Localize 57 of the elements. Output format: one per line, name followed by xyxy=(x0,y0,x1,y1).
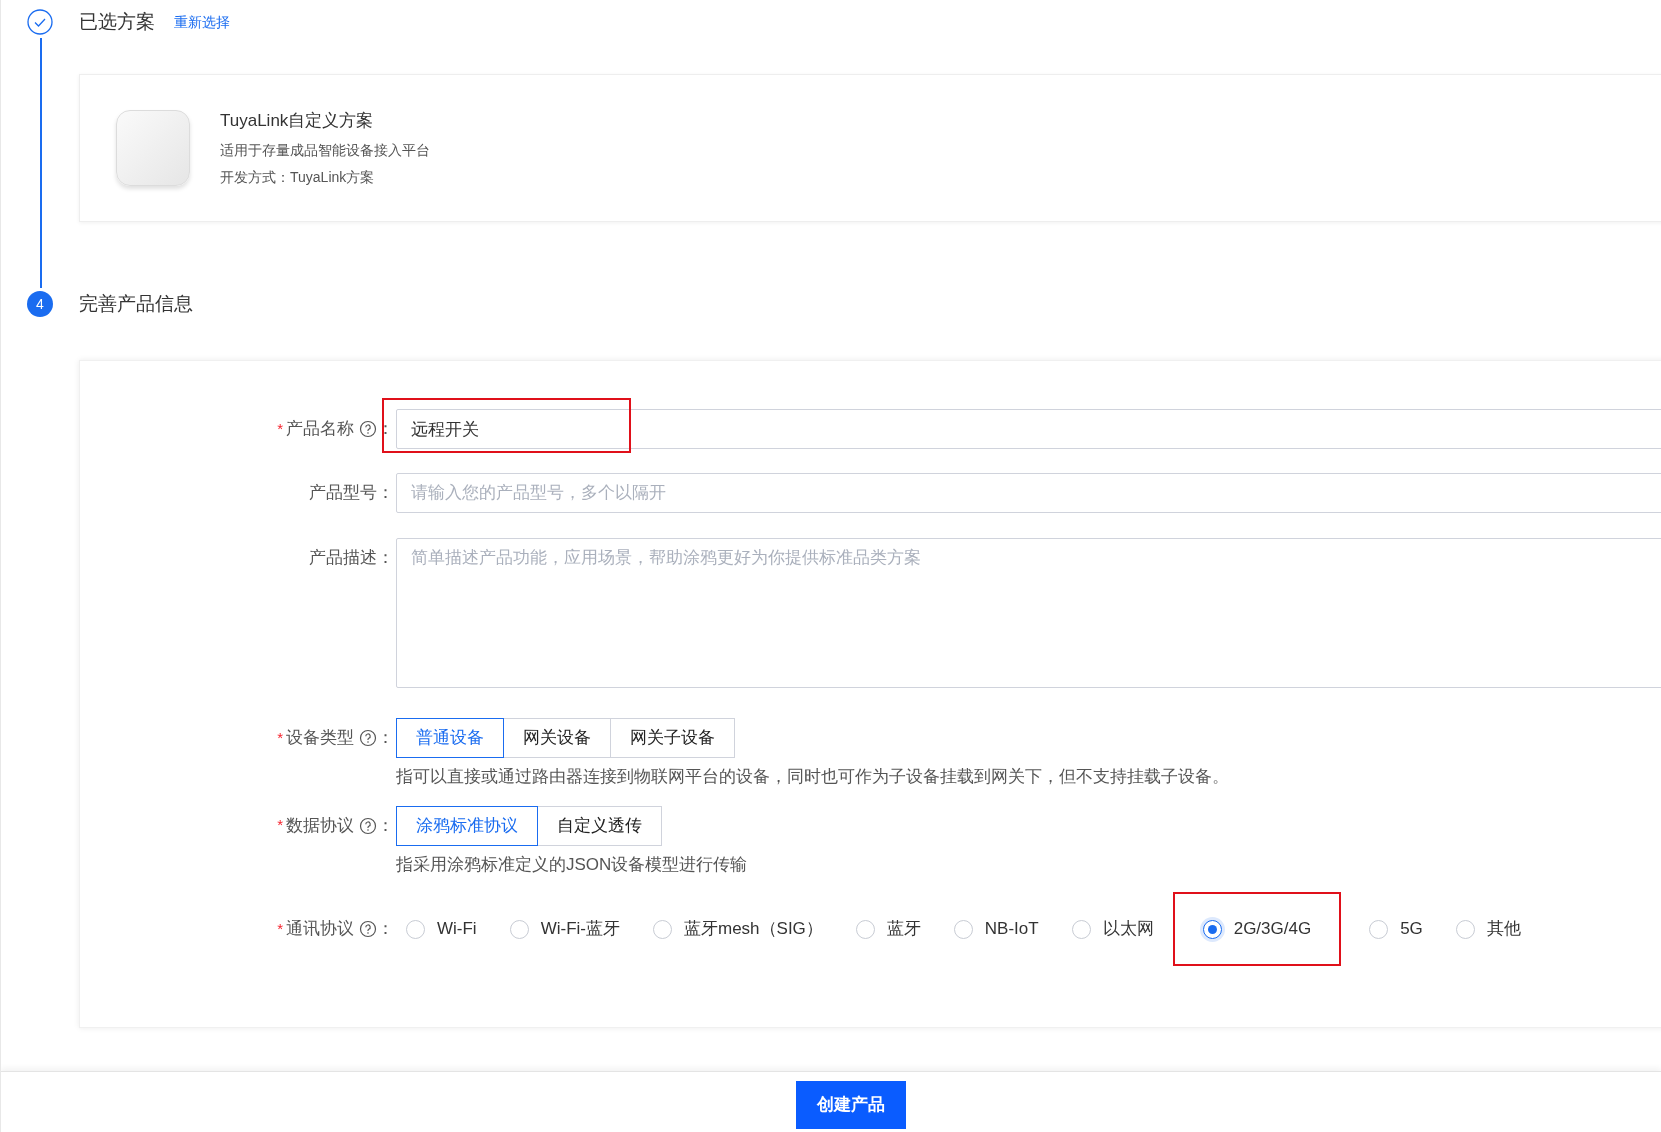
label-colon: ： xyxy=(377,482,394,505)
label-colon: ： xyxy=(377,814,394,837)
required-asterisk: * xyxy=(277,727,283,748)
radio-label: 其他 xyxy=(1486,918,1521,941)
help-icon[interactable] xyxy=(359,420,377,438)
reselect-link[interactable]: 重新选择 xyxy=(174,11,230,33)
step-title: 已选方案 xyxy=(79,9,155,34)
check-circle-icon xyxy=(27,9,53,35)
radio-label: 5G xyxy=(1400,918,1423,941)
segment-option[interactable]: 网关设备 xyxy=(503,718,611,758)
product-name-input[interactable]: 远程开关 xyxy=(396,409,1661,449)
field-label: 产品型号 xyxy=(309,482,377,505)
required-asterisk: * xyxy=(277,418,283,439)
segment-option[interactable]: 普通设备 xyxy=(396,718,504,758)
radio-button[interactable] xyxy=(406,919,425,939)
label-colon: ： xyxy=(377,727,394,750)
field-label: 产品描述 xyxy=(309,547,377,570)
description-textarea[interactable]: 简单描述产品功能，应用场景，帮助涂鸦更好为你提供标准品类方案 xyxy=(396,538,1661,688)
model-input[interactable]: 请输入您的产品型号，多个以隔开 xyxy=(396,473,1661,513)
field-label: 数据协议 xyxy=(286,814,354,837)
step-title: 完善产品信息 xyxy=(79,291,193,316)
radio-button[interactable] xyxy=(953,919,973,939)
radio-label: 蓝牙mesh（SIG） xyxy=(683,918,823,941)
field-label: 产品名称 xyxy=(286,418,354,441)
field-label: 通讯协议 xyxy=(286,918,354,941)
radio-button[interactable] xyxy=(509,919,529,939)
label-colon: ： xyxy=(377,918,394,941)
radio-button[interactable] xyxy=(1202,919,1222,939)
radio-label: 以太网 xyxy=(1102,918,1154,941)
radio-button[interactable] xyxy=(1071,919,1091,939)
required-asterisk: * xyxy=(277,815,283,836)
development-method: 开发方式：TuyaLink方案 xyxy=(220,167,376,187)
help-icon[interactable] xyxy=(359,729,377,747)
radio-button[interactable] xyxy=(652,919,672,939)
radio-button[interactable] xyxy=(1369,919,1389,939)
radio-button[interactable] xyxy=(1455,919,1475,939)
field-hint: 指采用涂鸦标准定义的JSON设备模型进行传输 xyxy=(396,853,748,876)
solution-title: TuyaLink自定义方案 xyxy=(220,110,375,133)
segment-option[interactable]: 网关子设备 xyxy=(610,718,735,758)
label-colon: ： xyxy=(377,418,394,441)
field-label: 设备类型 xyxy=(286,727,354,750)
segment-option[interactable]: 自定义透传 xyxy=(537,805,662,846)
create-product-button[interactable]: 创建产品 xyxy=(796,1080,906,1129)
required-asterisk: * xyxy=(277,918,283,939)
field-hint: 指可以直接或通过路由器连接到物联网平台的设备，同时也可作为子设备挂载到网关下，但不支持挂载子设备。 xyxy=(396,766,1229,788)
help-icon[interactable] xyxy=(359,816,377,835)
radio-label: NB-IoT xyxy=(984,918,1039,941)
radio-label: Wi-Fi xyxy=(437,918,477,941)
segment-option[interactable]: 涂鸦标准协议 xyxy=(396,805,538,846)
radio-label: Wi-Fi-蓝牙 xyxy=(540,918,620,941)
step-number: 4 xyxy=(27,291,53,317)
label-colon: ： xyxy=(377,547,394,570)
radio-button[interactable] xyxy=(855,919,875,939)
radio-label: 蓝牙 xyxy=(886,918,921,941)
solution-description: 适用于存量成品智能设备接入平台 xyxy=(220,140,430,160)
help-icon[interactable] xyxy=(359,920,377,938)
radio-label: 2G/3G/4G xyxy=(1233,918,1312,941)
